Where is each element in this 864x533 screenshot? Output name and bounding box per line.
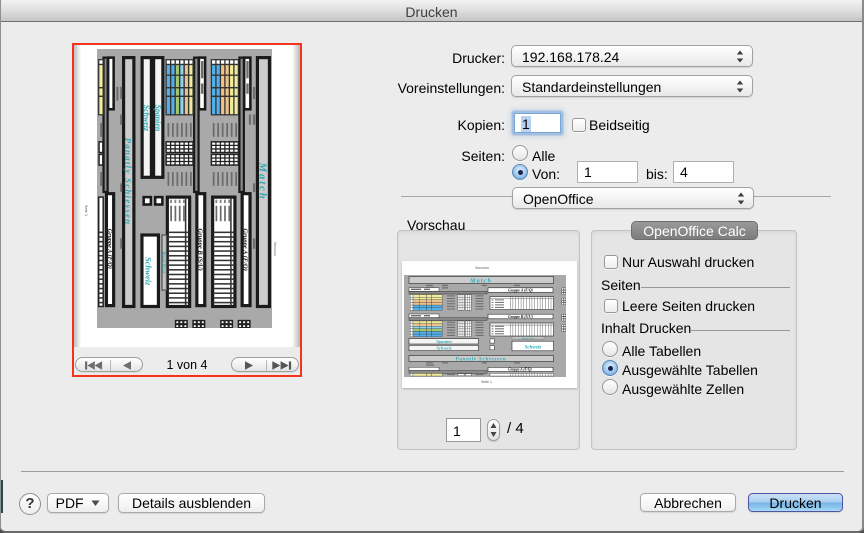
svg-text:Spanien: Spanien (436, 339, 452, 344)
svg-text:Panatly Schiessen: Panatly Schiessen (123, 138, 133, 226)
svg-text:Blxxlx Plxxx: Blxxlx Plxxx (521, 337, 536, 340)
svg-text:Panatly Schiessen: Panatly Schiessen (456, 357, 507, 362)
svg-text:Gruppe B (S/U): Gruppe B (S/U) (508, 315, 533, 319)
svg-text:Spanien: Spanien (153, 104, 162, 131)
svg-text:Schweiz: Schweiz (525, 346, 542, 351)
svg-text:Match: Match (256, 162, 267, 201)
svg-text:Schweiz: Schweiz (144, 257, 154, 286)
svg-text:Gruppe A (F/Q): Gruppe A (F/Q) (242, 228, 249, 271)
svg-text:Schweiz: Schweiz (436, 346, 452, 351)
svg-text:Match: Match (469, 277, 492, 284)
svg-text:Gruppe A (F/Q): Gruppe A (F/Q) (508, 289, 533, 293)
svg-text:Gruppe B (S/U): Gruppe B (S/U) (196, 228, 203, 270)
svg-text:Schweiz: Schweiz (142, 105, 151, 132)
svg-text:Gruppe A (F/Q): Gruppe A (F/Q) (508, 368, 531, 372)
svg-text:Blxxlx Plxxx: Blxxlx Plxxx (162, 251, 167, 274)
svg-text:Gruppe A (F/Q): Gruppe A (F/Q) (106, 229, 113, 269)
